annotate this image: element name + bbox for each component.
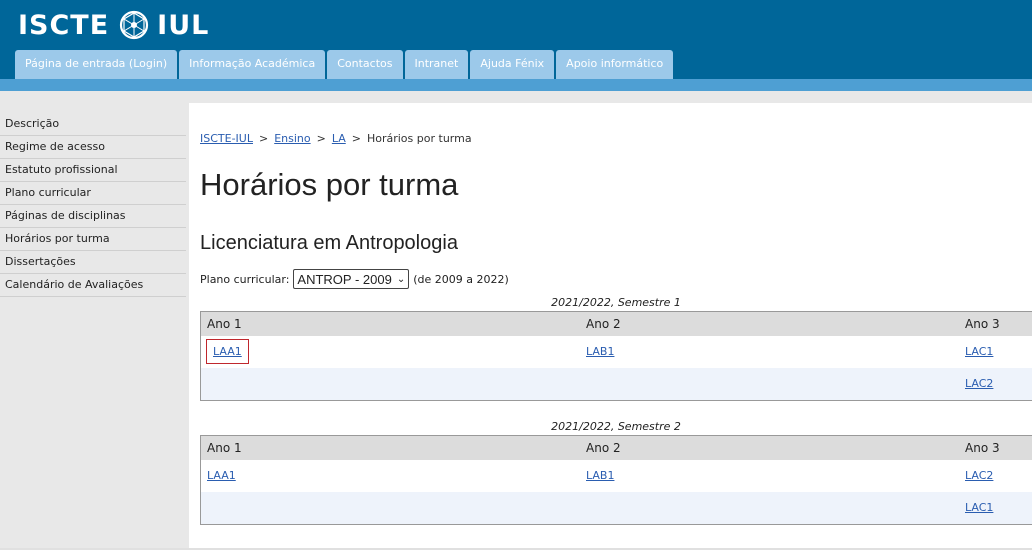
- table-row: LAA1 LAB1 LAC1: [201, 336, 1032, 368]
- breadcrumb-link-ensino[interactable]: Ensino: [274, 132, 310, 145]
- column-header-ano3: Ano 3: [965, 317, 1000, 331]
- tab-fenix-help[interactable]: Ajuda Fénix: [470, 50, 555, 79]
- sidebar-item-plano[interactable]: Plano curricular: [0, 183, 186, 205]
- class-link-lab1[interactable]: LAB1: [586, 469, 614, 482]
- tab-academic-info[interactable]: Informação Académica: [179, 50, 326, 79]
- column-header-ano2: Ano 2: [586, 441, 621, 455]
- table-cell: [580, 368, 959, 400]
- sidebar: Descrição Regime de acesso Estatuto prof…: [0, 114, 186, 298]
- semester-label: 2021/2022, Semestre 1: [551, 296, 681, 309]
- logo-text-right: IUL: [157, 9, 210, 41]
- table-cell: LAC2: [959, 368, 1031, 400]
- table-cell: LAC1: [959, 336, 1031, 368]
- globe-logo-icon: [120, 10, 149, 40]
- page-title: Horários por turma: [200, 167, 459, 202]
- breadcrumb-current: Horários por turma: [366, 132, 472, 145]
- semester-2-block: 2021/2022, Semestre 2 Ano 1 Ano 2 Ano 3 …: [200, 420, 1032, 525]
- class-link-laa1[interactable]: LAA1: [207, 469, 236, 482]
- sidebar-item-horarios[interactable]: Horários por turma: [0, 229, 186, 251]
- breadcrumb-separator: >: [258, 132, 269, 145]
- table-cell: [580, 492, 959, 524]
- table-header-row: Ano 1 Ano 2 Ano 3: [201, 312, 1032, 336]
- iscte-iul-logo[interactable]: ISCTE IUL: [18, 8, 209, 42]
- table-row: LAC2: [201, 368, 1032, 400]
- table-cell: LAB1: [580, 460, 959, 492]
- breadcrumb-link-iscte[interactable]: ISCTE-IUL: [200, 132, 253, 145]
- table-cell: LAC1: [959, 492, 1031, 524]
- main-content: ISCTE-IUL > Ensino > LA > Horários por turma H…: [189, 103, 1032, 548]
- breadcrumb-separator: >: [351, 132, 361, 145]
- class-link-laa1[interactable]: LAA1: [206, 339, 249, 364]
- column-header-ano3: Ano 3: [965, 441, 1000, 455]
- table-header-row: Ano 1 Ano 2 Ano 3: [201, 436, 1032, 460]
- sidebar-item-dissertacoes[interactable]: Dissertações: [0, 252, 186, 274]
- tab-intranet[interactable]: Intranet: [404, 50, 469, 79]
- table-cell: LAA1: [201, 460, 580, 492]
- semester-1-block: 2021/2022, Semestre 1 Ano 1 Ano 2 Ano 3 …: [200, 296, 1032, 401]
- breadcrumb: ISCTE-IUL > Ensino > LA > Horários por turma: [200, 132, 472, 145]
- site-header: ISCTE IUL Página de entrada (Login) Info…: [0, 0, 1032, 79]
- plan-range: (de 2009 a 2022): [413, 272, 509, 286]
- sidebar-item-descricao[interactable]: Descrição: [0, 114, 186, 136]
- table-row: LAC1: [201, 492, 1032, 524]
- course-title: Licenciatura em Antropologia: [200, 232, 458, 254]
- semester-label: 2021/2022, Semestre 2: [551, 420, 681, 433]
- logo-text-left: ISCTE: [18, 9, 110, 41]
- column-header-ano1: Ano 1: [207, 441, 242, 455]
- table-cell: [201, 368, 580, 400]
- plan-label: Plano curricular:: [200, 272, 290, 286]
- table-row: LAA1 LAB1 LAC2: [201, 460, 1032, 492]
- sidebar-item-paginas[interactable]: Páginas de disciplinas: [0, 206, 186, 228]
- class-link-lab1[interactable]: LAB1: [586, 345, 614, 358]
- sidebar-item-regime-acesso[interactable]: Regime de acesso: [0, 137, 186, 159]
- tab-it-support[interactable]: Apoio informático: [556, 50, 674, 79]
- plan-select[interactable]: ANTROP - 2009 ⌄: [293, 269, 410, 289]
- chevron-down-icon: ⌄: [396, 273, 406, 285]
- class-link-lac1[interactable]: LAC1: [965, 501, 993, 514]
- column-header-ano2: Ano 2: [586, 317, 621, 331]
- sidebar-item-estatuto[interactable]: Estatuto profissional: [0, 160, 186, 182]
- plan-row: Plano curricular: ANTROP - 2009 ⌄ (de 20…: [200, 269, 509, 289]
- plan-select-value: ANTROP - 2009: [297, 271, 392, 287]
- sidebar-item-calendario[interactable]: Calendário de Avaliações: [0, 275, 186, 297]
- header-subbar: [0, 79, 1032, 91]
- table-cell: [201, 492, 580, 524]
- semester-table: Ano 1 Ano 2 Ano 3 LAA1 LAB1 LAC1 LAC2: [200, 311, 1032, 401]
- breadcrumb-separator: >: [316, 132, 326, 145]
- table-cell: LAC2: [959, 460, 1031, 492]
- breadcrumb-link-la[interactable]: LA: [332, 132, 346, 145]
- table-cell: LAB1: [580, 336, 959, 368]
- semester-table: Ano 1 Ano 2 Ano 3 LAA1 LAB1 LAC2 LAC1: [200, 435, 1032, 525]
- main-nav-tabs: Página de entrada (Login) Informação Aca…: [15, 50, 675, 79]
- class-link-lac1[interactable]: LAC1: [965, 345, 993, 358]
- column-header-ano1: Ano 1: [207, 317, 242, 331]
- tab-contacts[interactable]: Contactos: [327, 50, 403, 79]
- table-cell: LAA1: [201, 336, 580, 368]
- tab-login[interactable]: Página de entrada (Login): [15, 50, 178, 79]
- class-link-lac2[interactable]: LAC2: [965, 469, 993, 482]
- class-link-lac2[interactable]: LAC2: [965, 377, 993, 390]
